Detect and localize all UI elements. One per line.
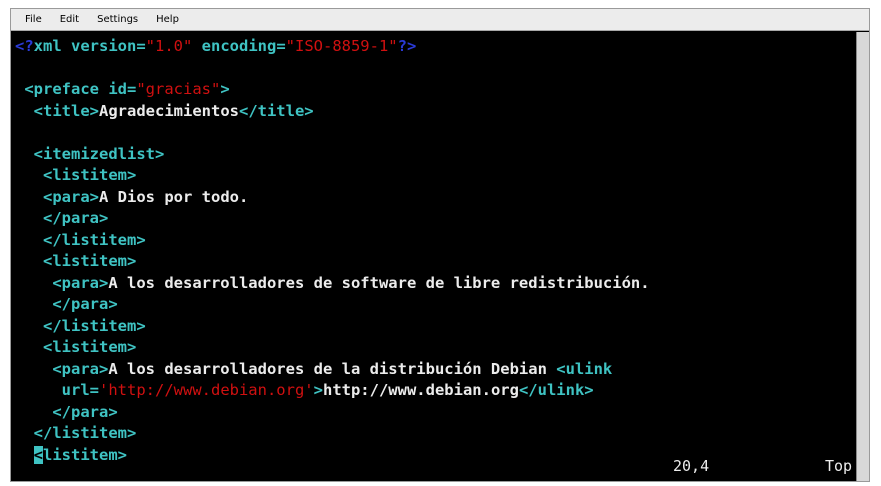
code-token: A Dios por todo. xyxy=(99,187,249,206)
code-line: <preface id="gracias"> xyxy=(15,79,857,101)
code-token: </title> xyxy=(238,101,314,120)
code-token: <title> xyxy=(15,101,99,120)
menu-edit[interactable]: Edit xyxy=(60,14,79,25)
menu-help[interactable]: Help xyxy=(156,14,179,25)
code-line: <?xml version="1.0" encoding="ISO-8859-1… xyxy=(15,36,857,58)
code-line: <itemizedlist> xyxy=(15,144,857,166)
code-token: A los desarrolladores de software de lib… xyxy=(108,273,650,292)
code-token: </ulink> xyxy=(518,381,594,399)
code-token: <ulink xyxy=(556,359,613,378)
code-token: </listitem> xyxy=(15,230,146,249)
code-token: <listitem> xyxy=(15,166,137,184)
code-token: <para> xyxy=(15,359,109,378)
code-line: </para> xyxy=(15,208,857,230)
code-token: </listitem> xyxy=(15,316,146,335)
terminal-window: File Edit Settings Help <?xml version="1… xyxy=(10,8,870,482)
code-token: </para> xyxy=(15,295,118,313)
code-line: <title>Agradecimientos</title> xyxy=(15,101,857,123)
code-token: Agradecimientos xyxy=(99,101,239,120)
code-token: > xyxy=(220,80,230,98)
code-line: <listitem> xyxy=(15,337,857,359)
code-token: http://www.debian.org xyxy=(322,381,519,399)
menu-file[interactable]: File xyxy=(25,14,42,25)
code-line: </listitem> xyxy=(15,423,857,445)
code-token: "ISO-8859-1" xyxy=(285,37,398,55)
menu-settings[interactable]: Settings xyxy=(97,14,138,25)
code-line: </para> xyxy=(15,294,857,316)
cursor-position: 20,4 xyxy=(673,457,710,475)
code-token: <preface id= xyxy=(15,80,137,98)
code-token: <listitem> xyxy=(15,252,137,270)
code-token: 'http://www.debian.org' xyxy=(99,381,314,399)
code-token: </para> xyxy=(15,209,109,227)
code-token: encoding= xyxy=(192,37,286,55)
code-token: > xyxy=(313,381,323,399)
code-token: <para> xyxy=(15,273,109,292)
status-line: 20,4 Top xyxy=(11,457,869,477)
code-line: <para>A los desarrolladores de software … xyxy=(15,273,857,295)
code-line: <listitem> xyxy=(15,165,857,187)
vertical-scrollbar[interactable] xyxy=(856,32,869,481)
scroll-position: Top xyxy=(825,457,853,475)
code-line: <listitem> xyxy=(15,251,857,273)
code-line: </para> xyxy=(15,402,857,424)
code-token: <listitem> xyxy=(15,338,137,356)
code-token: <para> xyxy=(15,187,99,206)
code-line: </listitem> xyxy=(15,316,857,338)
code-token: </para> xyxy=(15,402,118,421)
code-line: url='http://www.debian.org'>http://www.d… xyxy=(15,380,857,402)
code-token: </listitem> xyxy=(15,424,137,442)
code-token: A los desarrolladores de la distribución… xyxy=(108,359,557,378)
code-token: <? xyxy=(15,37,34,55)
editor-text-area[interactable]: <?xml version="1.0" encoding="ISO-8859-1… xyxy=(11,32,857,481)
code-token: url= xyxy=(15,381,99,399)
code-token: xml version= xyxy=(33,37,146,55)
code-line: <para>A Dios por todo. xyxy=(15,187,857,209)
code-line: <para>A los desarrolladores de la distri… xyxy=(15,359,857,381)
code-token: ?> xyxy=(397,37,417,55)
code-token: <itemizedlist> xyxy=(15,144,165,163)
menubar: File Edit Settings Help xyxy=(11,9,869,31)
code-token: "1.0" xyxy=(145,37,193,55)
code-line: </listitem> xyxy=(15,230,857,252)
code-token: "gracias" xyxy=(136,80,221,98)
